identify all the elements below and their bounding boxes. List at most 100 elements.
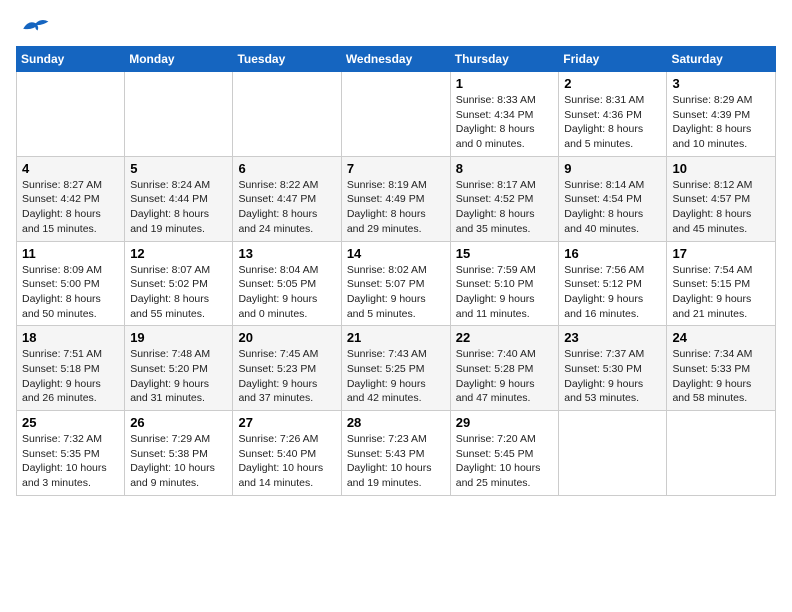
- day-info: Sunrise: 8:12 AM Sunset: 4:57 PM Dayligh…: [672, 178, 770, 237]
- day-number: 21: [347, 330, 445, 345]
- calendar-week-row: 1Sunrise: 8:33 AM Sunset: 4:34 PM Daylig…: [17, 72, 776, 157]
- calendar-cell: 18Sunrise: 7:51 AM Sunset: 5:18 PM Dayli…: [17, 326, 125, 411]
- day-info: Sunrise: 8:29 AM Sunset: 4:39 PM Dayligh…: [672, 93, 770, 152]
- column-header-thursday: Thursday: [450, 47, 559, 72]
- day-number: 29: [456, 415, 554, 430]
- day-number: 28: [347, 415, 445, 430]
- day-info: Sunrise: 8:14 AM Sunset: 4:54 PM Dayligh…: [564, 178, 661, 237]
- calendar-cell: 20 Sunrise: 7:45 AM Sunset: 5:23 PM Dayli…: [233, 326, 341, 411]
- day-info: Sunrise: 7:37 AM Sunset: 5:30 PM Dayligh…: [564, 347, 661, 406]
- calendar-cell: [559, 411, 667, 496]
- calendar-cell: 16 Sunrise: 7:56 AM Sunset: 5:12 PM Dayli…: [559, 241, 667, 326]
- calendar-cell: [233, 72, 341, 157]
- calendar-week-row: 4 Sunrise: 8:27 AM Sunset: 4:42 PM Daylig…: [17, 156, 776, 241]
- calendar-cell: 19 Sunrise: 7:48 AM Sunset: 5:20 PM Dayli…: [125, 326, 233, 411]
- calendar-cell: 13 Sunrise: 8:04 AM Sunset: 5:05 PM Dayli…: [233, 241, 341, 326]
- calendar-cell: 27 Sunrise: 7:26 AM Sunset: 5:40 PM Dayli…: [233, 411, 341, 496]
- calendar-cell: 22 Sunrise: 7:40 AM Sunset: 5:28 PM Dayli…: [450, 326, 559, 411]
- day-number: 6: [238, 161, 335, 176]
- day-number: 15: [456, 246, 554, 261]
- day-number: 12: [130, 246, 227, 261]
- day-number: 2: [564, 76, 661, 91]
- day-info: Sunrise: 7:45 AM Sunset: 5:23 PM Dayligh…: [238, 347, 335, 406]
- day-info: Sunrise: 8:17 AM Sunset: 4:52 PM Dayligh…: [456, 178, 554, 237]
- day-number: 4: [22, 161, 119, 176]
- logo: [16, 16, 56, 36]
- calendar-header-row: SundayMondayTuesdayWednesdayThursdayFrid…: [17, 47, 776, 72]
- calendar-cell: 6 Sunrise: 8:22 AM Sunset: 4:47 PM Daylig…: [233, 156, 341, 241]
- day-number: 26: [130, 415, 227, 430]
- calendar-cell: 2 Sunrise: 8:31 AM Sunset: 4:36 PM Daylig…: [559, 72, 667, 157]
- day-info: Sunrise: 8:27 AM Sunset: 4:42 PM Dayligh…: [22, 178, 119, 237]
- day-info: Sunrise: 7:26 AM Sunset: 5:40 PM Dayligh…: [238, 432, 335, 491]
- day-info: Sunrise: 7:34 AM Sunset: 5:33 PM Dayligh…: [672, 347, 770, 406]
- calendar-cell: 14 Sunrise: 8:02 AM Sunset: 5:07 PM Dayli…: [341, 241, 450, 326]
- calendar-cell: 8 Sunrise: 8:17 AM Sunset: 4:52 PM Daylig…: [450, 156, 559, 241]
- day-number: 3: [672, 76, 770, 91]
- calendar-cell: 9 Sunrise: 8:14 AM Sunset: 4:54 PM Daylig…: [559, 156, 667, 241]
- calendar-cell: 7Sunrise: 8:19 AM Sunset: 4:49 PM Daylig…: [341, 156, 450, 241]
- calendar-cell: 17 Sunrise: 7:54 AM Sunset: 5:15 PM Dayli…: [667, 241, 776, 326]
- day-info: Sunrise: 7:40 AM Sunset: 5:28 PM Dayligh…: [456, 347, 554, 406]
- day-info: Sunrise: 7:54 AM Sunset: 5:15 PM Dayligh…: [672, 263, 770, 322]
- calendar-cell: [125, 72, 233, 157]
- day-info: Sunrise: 7:48 AM Sunset: 5:20 PM Dayligh…: [130, 347, 227, 406]
- calendar-cell: 28 Sunrise: 7:23 AM Sunset: 5:43 PM Dayli…: [341, 411, 450, 496]
- day-info: Sunrise: 7:20 AM Sunset: 5:45 PM Dayligh…: [456, 432, 554, 491]
- day-number: 18: [22, 330, 119, 345]
- day-number: 13: [238, 246, 335, 261]
- day-number: 23: [564, 330, 661, 345]
- day-info: Sunrise: 8:24 AM Sunset: 4:44 PM Dayligh…: [130, 178, 227, 237]
- day-number: 25: [22, 415, 119, 430]
- day-info: Sunrise: 7:59 AM Sunset: 5:10 PM Dayligh…: [456, 263, 554, 322]
- day-number: 8: [456, 161, 554, 176]
- calendar-cell: 29 Sunrise: 7:20 AM Sunset: 5:45 PM Dayli…: [450, 411, 559, 496]
- day-number: 10: [672, 161, 770, 176]
- day-info: Sunrise: 7:32 AM Sunset: 5:35 PM Dayligh…: [22, 432, 119, 491]
- day-number: 9: [564, 161, 661, 176]
- day-number: 24: [672, 330, 770, 345]
- day-info: Sunrise: 8:09 AM Sunset: 5:00 PM Dayligh…: [22, 263, 119, 322]
- day-number: 20: [238, 330, 335, 345]
- day-info: Sunrise: 7:23 AM Sunset: 5:43 PM Dayligh…: [347, 432, 445, 491]
- day-number: 11: [22, 246, 119, 261]
- day-number: 16: [564, 246, 661, 261]
- calendar-cell: 26Sunrise: 7:29 AM Sunset: 5:38 PM Dayli…: [125, 411, 233, 496]
- day-number: 19: [130, 330, 227, 345]
- column-header-friday: Friday: [559, 47, 667, 72]
- calendar-cell: 21 Sunrise: 7:43 AM Sunset: 5:25 PM Dayli…: [341, 326, 450, 411]
- calendar-cell: 25 Sunrise: 7:32 AM Sunset: 5:35 PM Dayli…: [17, 411, 125, 496]
- day-number: 17: [672, 246, 770, 261]
- day-info: Sunrise: 7:56 AM Sunset: 5:12 PM Dayligh…: [564, 263, 661, 322]
- calendar-cell: 3 Sunrise: 8:29 AM Sunset: 4:39 PM Daylig…: [667, 72, 776, 157]
- day-info: Sunrise: 8:31 AM Sunset: 4:36 PM Dayligh…: [564, 93, 661, 152]
- day-number: 27: [238, 415, 335, 430]
- day-number: 5: [130, 161, 227, 176]
- calendar-cell: [667, 411, 776, 496]
- calendar-week-row: 25 Sunrise: 7:32 AM Sunset: 5:35 PM Dayli…: [17, 411, 776, 496]
- calendar-body: 1Sunrise: 8:33 AM Sunset: 4:34 PM Daylig…: [17, 72, 776, 496]
- column-header-saturday: Saturday: [667, 47, 776, 72]
- calendar-cell: [341, 72, 450, 157]
- day-info: Sunrise: 7:43 AM Sunset: 5:25 PM Dayligh…: [347, 347, 445, 406]
- column-header-sunday: Sunday: [17, 47, 125, 72]
- column-header-monday: Monday: [125, 47, 233, 72]
- day-info: Sunrise: 8:07 AM Sunset: 5:02 PM Dayligh…: [130, 263, 227, 322]
- day-info: Sunrise: 8:04 AM Sunset: 5:05 PM Dayligh…: [238, 263, 335, 322]
- column-header-tuesday: Tuesday: [233, 47, 341, 72]
- day-number: 1: [456, 76, 554, 91]
- calendar-cell: 15 Sunrise: 7:59 AM Sunset: 5:10 PM Dayli…: [450, 241, 559, 326]
- day-number: 22: [456, 330, 554, 345]
- calendar-cell: 4 Sunrise: 8:27 AM Sunset: 4:42 PM Daylig…: [17, 156, 125, 241]
- calendar-week-row: 11 Sunrise: 8:09 AM Sunset: 5:00 PM Dayli…: [17, 241, 776, 326]
- day-number: 14: [347, 246, 445, 261]
- day-info: Sunrise: 8:19 AM Sunset: 4:49 PM Dayligh…: [347, 178, 445, 237]
- calendar-cell: 1Sunrise: 8:33 AM Sunset: 4:34 PM Daylig…: [450, 72, 559, 157]
- day-info: Sunrise: 8:22 AM Sunset: 4:47 PM Dayligh…: [238, 178, 335, 237]
- header: [16, 16, 776, 36]
- calendar-cell: 5 Sunrise: 8:24 AM Sunset: 4:44 PM Daylig…: [125, 156, 233, 241]
- calendar-cell: 11 Sunrise: 8:09 AM Sunset: 5:00 PM Dayli…: [17, 241, 125, 326]
- day-info: Sunrise: 8:02 AM Sunset: 5:07 PM Dayligh…: [347, 263, 445, 322]
- calendar-table: SundayMondayTuesdayWednesdayThursdayFrid…: [16, 46, 776, 496]
- column-header-wednesday: Wednesday: [341, 47, 450, 72]
